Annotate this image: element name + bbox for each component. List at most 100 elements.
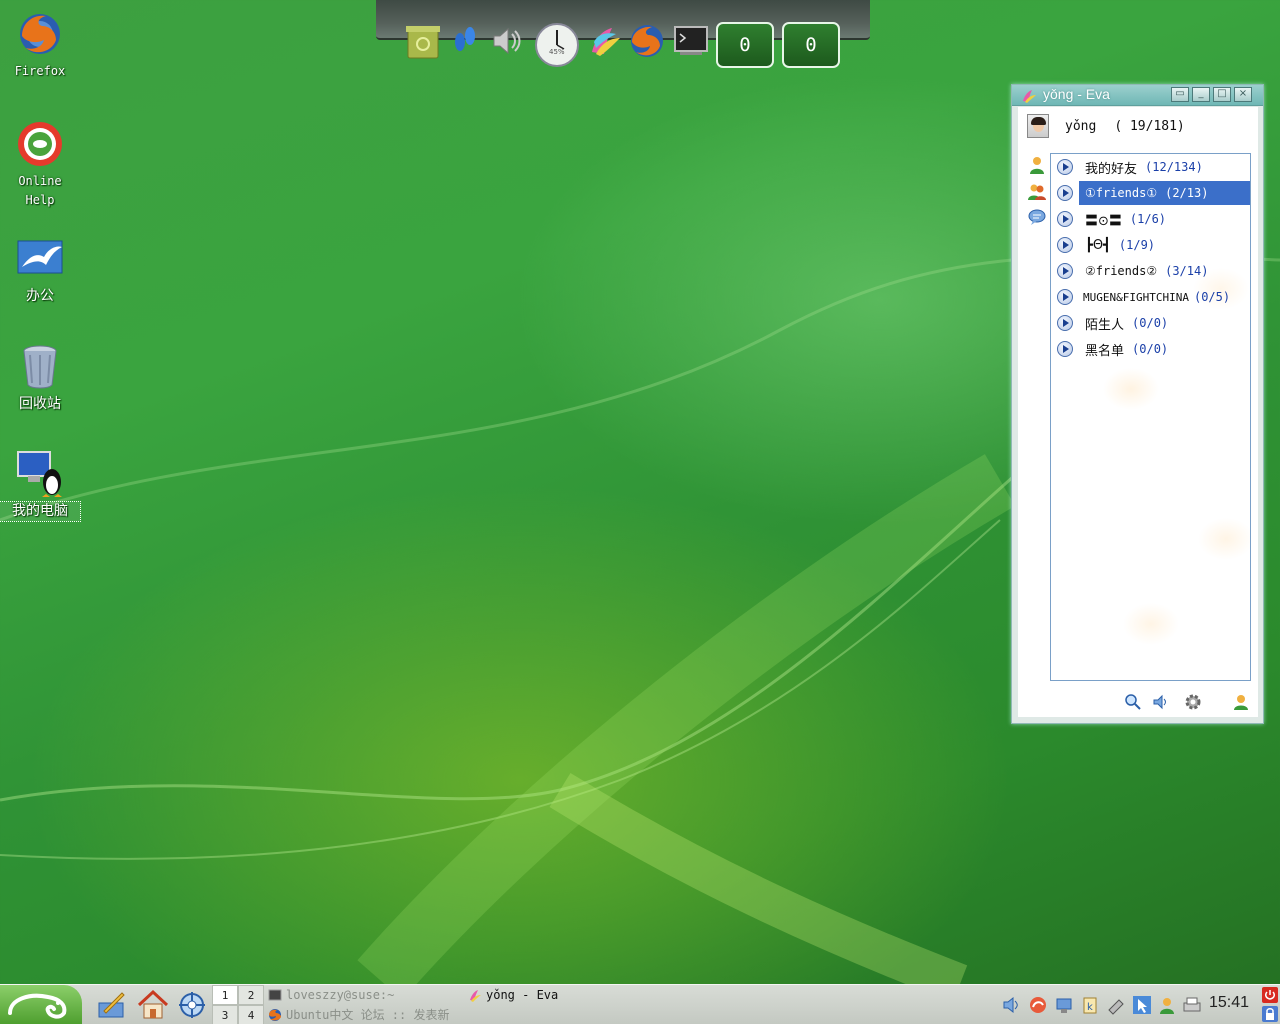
desktop-icon-label: Firefox bbox=[14, 64, 66, 78]
pager-desktop-2[interactable]: 2 bbox=[238, 985, 264, 1005]
usb-tray-icon[interactable] bbox=[1106, 995, 1126, 1015]
pager-desktop-3[interactable]: 3 bbox=[212, 1005, 238, 1024]
expand-arrow-icon[interactable] bbox=[1057, 159, 1073, 175]
desktop-icon-firefox[interactable]: Firefox bbox=[0, 10, 80, 81]
group-count: (0/0) bbox=[1132, 342, 1169, 356]
trash-icon bbox=[16, 343, 64, 391]
eva-window-title: yǒng - Eva bbox=[1043, 86, 1110, 102]
eva-window: yǒng - Eva ▭ _ □ × yǒng ( 19/181) 我的好友 (… bbox=[1011, 84, 1264, 724]
task-terminal[interactable]: loveszzy@suse:~ bbox=[268, 985, 464, 1004]
desktop-icon-label: 办公 bbox=[26, 288, 54, 304]
expand-arrow-icon[interactable] bbox=[1057, 263, 1073, 279]
group-row[interactable]: 〓⊙〓 (1/6) bbox=[1051, 206, 1250, 232]
group-name: 〓⊙〓 bbox=[1085, 213, 1122, 229]
volume-tray-icon[interactable] bbox=[1002, 995, 1022, 1015]
close-button[interactable]: × bbox=[1234, 87, 1252, 102]
pager-desktop-1[interactable]: 1 bbox=[212, 985, 238, 1005]
cursor-tray-icon[interactable] bbox=[1132, 995, 1152, 1015]
taskbar-clock[interactable]: 15:41 bbox=[1209, 994, 1249, 1012]
group-row[interactable]: ┣Θ┫ (1/9) bbox=[1051, 232, 1250, 258]
group-count: (0/5) bbox=[1193, 290, 1231, 304]
group-count: (0/0) bbox=[1132, 316, 1169, 330]
firefox-small-icon bbox=[268, 1008, 282, 1022]
status-user-icon[interactable] bbox=[1232, 693, 1250, 711]
terminal-small-icon bbox=[268, 988, 282, 1002]
group-name: 我的好友 bbox=[1085, 161, 1138, 177]
group-list-icon[interactable] bbox=[1027, 181, 1047, 201]
home-icon[interactable] bbox=[137, 989, 169, 1021]
desktop-counter-2[interactable]: 0 bbox=[782, 22, 840, 68]
expand-arrow-icon[interactable] bbox=[1057, 211, 1073, 227]
task-eva[interactable]: yǒng - Eva bbox=[468, 985, 668, 1004]
eva-titlebar[interactable]: yǒng - Eva ▭ _ □ × bbox=[1012, 85, 1263, 106]
pager-desktop-4[interactable]: 4 bbox=[238, 1005, 264, 1024]
logout-icon[interactable] bbox=[1262, 987, 1278, 1003]
task-label: yǒng - Eva bbox=[486, 987, 559, 1002]
network-tray-icon[interactable] bbox=[1054, 995, 1074, 1015]
desktop-icon-online-help[interactable]: Online Help bbox=[0, 120, 80, 210]
office-gulls-icon bbox=[16, 235, 64, 283]
footprints-icon[interactable] bbox=[446, 22, 484, 60]
konqueror-icon[interactable] bbox=[176, 989, 208, 1021]
group-count: (3/14) bbox=[1165, 264, 1209, 278]
expand-arrow-icon[interactable] bbox=[1057, 185, 1073, 201]
start-menu-button[interactable] bbox=[0, 985, 82, 1024]
expand-arrow-icon[interactable] bbox=[1057, 341, 1073, 357]
group-list: 我的好友 (12/134) ①friends① (2/13) 〓⊙〓 (1/6) ┣Θ… bbox=[1050, 153, 1251, 681]
speaker-icon[interactable] bbox=[488, 22, 526, 60]
desktop-icon-my-computer[interactable]: 我的电脑 bbox=[0, 450, 81, 522]
group-row-selected[interactable]: ①friends① (2/13) bbox=[1051, 180, 1250, 206]
group-row[interactable]: 陌生人 (0/0) bbox=[1051, 310, 1250, 336]
terminal-icon[interactable] bbox=[672, 22, 710, 60]
eva-tray-icon[interactable] bbox=[1158, 995, 1178, 1015]
printer-tray-icon[interactable] bbox=[1182, 995, 1202, 1015]
group-row[interactable]: ②friends② (3/14) bbox=[1051, 258, 1250, 284]
computer-tux-icon bbox=[16, 450, 64, 498]
desktop-shortcut-icon[interactable] bbox=[96, 989, 128, 1021]
group-count: (12/134) bbox=[1145, 160, 1203, 174]
task-label: Ubuntu中文 论坛 :: 发表新 bbox=[286, 1008, 450, 1022]
search-icon[interactable] bbox=[1124, 693, 1142, 711]
recent-chats-icon[interactable] bbox=[1027, 207, 1047, 227]
recycle-bin-icon[interactable] bbox=[404, 22, 442, 60]
expand-arrow-icon[interactable] bbox=[1057, 237, 1073, 253]
buddy-list-icon[interactable] bbox=[1027, 155, 1047, 175]
sound-icon[interactable] bbox=[1152, 693, 1170, 711]
group-name: 黑名单 bbox=[1085, 343, 1125, 359]
expand-arrow-icon[interactable] bbox=[1057, 289, 1073, 305]
desktop-icon-office[interactable]: 办公 bbox=[0, 235, 80, 306]
avatar[interactable] bbox=[1027, 114, 1049, 138]
window-menu-button[interactable]: ▭ bbox=[1171, 87, 1189, 102]
group-row[interactable]: 我的好友 (12/134) bbox=[1051, 154, 1250, 180]
group-row[interactable]: 黑名单 (0/0) bbox=[1051, 336, 1250, 362]
firefox-dock-icon[interactable] bbox=[628, 22, 666, 60]
current-user[interactable]: yǒng ( 19/181) bbox=[1027, 114, 1185, 138]
minimize-button[interactable]: _ bbox=[1192, 87, 1210, 102]
task-firefox[interactable]: Ubuntu中文 论坛 :: 发表新 bbox=[268, 1005, 464, 1024]
lock-screen-icon[interactable] bbox=[1262, 1006, 1278, 1022]
user-name: yǒng bbox=[1065, 118, 1097, 134]
desktop-icon-trash[interactable]: 回收站 bbox=[0, 343, 80, 414]
expand-arrow-icon[interactable] bbox=[1057, 315, 1073, 331]
group-name: ┣Θ┫ bbox=[1085, 237, 1111, 253]
side-toolbar bbox=[1027, 155, 1049, 233]
group-count: (1/9) bbox=[1118, 238, 1156, 252]
clock-dial-icon[interactable]: 45% bbox=[534, 22, 580, 68]
group-row[interactable]: MUGEN&FIGHTCHINA (0/5) bbox=[1051, 284, 1250, 310]
group-count: (2/13) bbox=[1165, 186, 1209, 200]
desktop-icon-label: 我的电脑 bbox=[0, 501, 81, 522]
desktop-counter-1[interactable]: 0 bbox=[716, 22, 774, 68]
taskbar: 1 2 3 4 loveszzy@suse:~ yǒng - Eva Ubunt… bbox=[0, 984, 1280, 1024]
user-online-count: ( 19/181) bbox=[1114, 118, 1185, 134]
chameleon-icon bbox=[8, 993, 67, 1019]
klipper-tray-icon[interactable]: k bbox=[1080, 995, 1100, 1015]
maximize-button[interactable]: □ bbox=[1213, 87, 1231, 102]
desktop-pager: 1 2 3 4 bbox=[212, 985, 264, 1024]
eva-body: yǒng ( 19/181) 我的好友 (12/134) ①friends① (2/… bbox=[1018, 107, 1258, 717]
settings-gear-icon[interactable] bbox=[1184, 693, 1202, 711]
desktop-icon-label: 回收站 bbox=[19, 396, 61, 412]
lifebuoy-icon bbox=[16, 120, 64, 168]
eva-flower-icon[interactable] bbox=[586, 22, 624, 60]
chameleon-tray-icon[interactable] bbox=[1028, 995, 1048, 1015]
eva-small-icon bbox=[468, 988, 482, 1002]
